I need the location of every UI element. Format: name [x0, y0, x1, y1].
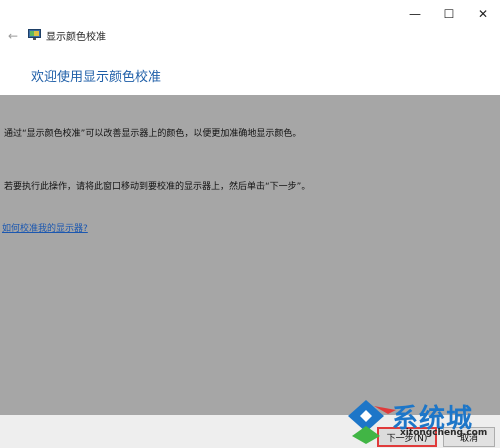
- maximize-button[interactable]: ☐: [432, 0, 466, 28]
- back-arrow-icon[interactable]: ←: [8, 29, 18, 43]
- next-button[interactable]: 下一步(N): [377, 427, 437, 447]
- intro-paragraph: 通过“显示颜色校准”可以改善显示器上的颜色，以便更加准确地显示颜色。: [4, 129, 302, 139]
- window-title: 显示颜色校准: [46, 32, 106, 43]
- cancel-button[interactable]: 取消: [443, 427, 495, 447]
- close-button[interactable]: ✕: [466, 0, 500, 28]
- help-link[interactable]: 如何校准我的显示器?: [2, 221, 88, 234]
- display-calibration-icon: [28, 29, 41, 40]
- minimize-button[interactable]: —: [398, 0, 432, 28]
- instruction-paragraph: 若要执行此操作，请将此窗口移动到要校准的显示器上，然后单击“下一步”。: [4, 182, 311, 192]
- content-area: 通过“显示颜色校准”可以改善显示器上的颜色，以便更加准确地显示颜色。 若要执行此…: [0, 95, 500, 415]
- page-heading: 欢迎使用显示颜色校准: [31, 70, 162, 85]
